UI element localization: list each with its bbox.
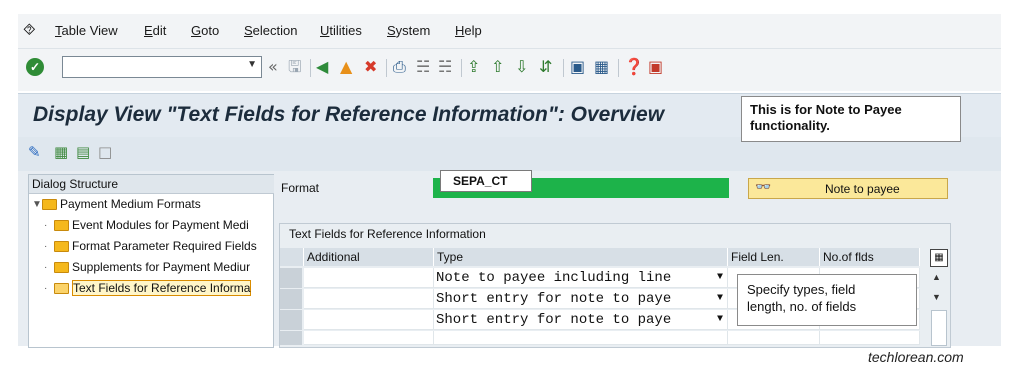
last-page-icon[interactable]: ⇵ bbox=[539, 57, 552, 77]
tree-node-event-modules[interactable]: · Event Modules for Payment Medi bbox=[44, 216, 249, 234]
cell-field-len[interactable] bbox=[728, 331, 820, 345]
row-selector[interactable] bbox=[280, 289, 302, 310]
cell-type[interactable]: Short entry for note to paye ▼ bbox=[434, 310, 728, 330]
dropdown-icon[interactable]: ▼ bbox=[717, 268, 723, 287]
col-header-no-of-fields[interactable]: No.of flds bbox=[820, 248, 920, 266]
row-selector[interactable] bbox=[280, 331, 302, 346]
folder-icon bbox=[42, 198, 57, 210]
tree-node-supplements[interactable]: · Supplements for Payment Mediur bbox=[44, 258, 250, 276]
scroll-down-icon[interactable]: ▼ bbox=[932, 292, 941, 302]
next-page-icon[interactable]: ⇩ bbox=[515, 57, 528, 77]
menu-utilities[interactable]: Utilities bbox=[320, 23, 362, 38]
tree-node-text-fields[interactable]: · Text Fields for Reference Informa bbox=[44, 279, 252, 297]
tree-node-root[interactable]: ▼ Payment Medium Formats bbox=[32, 195, 201, 213]
previous-page-icon[interactable]: ⇧ bbox=[491, 57, 504, 77]
application-toolbar: ✎ ▦ ▤ □ bbox=[18, 137, 1001, 171]
save-icon[interactable]: 🖫 bbox=[288, 57, 302, 77]
folder-icon bbox=[54, 219, 69, 231]
select-all-icon[interactable]: ▦ bbox=[54, 143, 68, 161]
watermark-text: techlorean.com bbox=[868, 349, 964, 365]
col-header-additional[interactable]: Additional bbox=[304, 248, 434, 266]
col-header-type[interactable]: Type bbox=[434, 248, 728, 266]
find-icon[interactable]: ☵ bbox=[416, 57, 430, 77]
cancel-icon[interactable]: ✖ bbox=[364, 57, 377, 77]
cell-additional[interactable] bbox=[304, 310, 434, 330]
cell-additional[interactable] bbox=[304, 268, 434, 288]
menu-system[interactable]: System bbox=[387, 23, 430, 38]
collapse-icon[interactable]: « bbox=[268, 57, 278, 77]
scroll-up-icon[interactable]: ▲ bbox=[932, 272, 941, 282]
tree-node-format-parameter[interactable]: · Format Parameter Required Fields bbox=[44, 237, 257, 255]
find-next-icon[interactable]: ☵ bbox=[438, 57, 452, 77]
first-page-icon[interactable]: ⇪ bbox=[467, 57, 480, 77]
cell-additional[interactable] bbox=[304, 289, 434, 309]
help-icon[interactable]: ❓ bbox=[624, 57, 644, 77]
deselect-all-icon[interactable]: □ bbox=[98, 143, 112, 161]
note-to-payee-callout: This is for Note to Payee functionality. bbox=[741, 96, 961, 142]
table-settings-icon[interactable]: ▦ bbox=[930, 249, 948, 267]
expand-arrow-icon[interactable]: ▼ bbox=[32, 199, 42, 210]
table-scrollbar[interactable]: ▲ ▼ bbox=[928, 268, 948, 346]
toolbar-separator bbox=[310, 59, 311, 77]
command-field[interactable]: ▼ bbox=[62, 56, 262, 78]
cell-type[interactable]: Short entry for note to paye ▼ bbox=[434, 289, 728, 309]
page-title: Display View "Text Fields for Reference … bbox=[33, 103, 665, 126]
menu-edit[interactable]: Edit bbox=[144, 23, 166, 38]
customize-layout-icon[interactable]: ▣ bbox=[648, 57, 663, 77]
folder-icon bbox=[54, 261, 69, 273]
select-all-header[interactable] bbox=[280, 248, 304, 266]
cell-no-of-fields[interactable] bbox=[820, 331, 920, 345]
dropdown-icon[interactable]: ▼ bbox=[717, 310, 723, 329]
menu-table-view[interactable]: Table View bbox=[55, 23, 118, 38]
menu-bar: ⯑ Table View Edit Goto Selection Utiliti… bbox=[18, 14, 1001, 49]
dropdown-icon[interactable]: ▼ bbox=[717, 289, 723, 308]
exit-menu-icon[interactable]: ⯑ bbox=[23, 20, 36, 40]
display-change-icon[interactable]: ✎ bbox=[28, 143, 41, 161]
print-icon[interactable]: ⎙ bbox=[393, 57, 406, 77]
table-title: Text Fields for Reference Information bbox=[289, 227, 486, 241]
cell-type[interactable]: Note to payee including line ▼ bbox=[434, 268, 728, 288]
open-folder-icon bbox=[54, 282, 69, 294]
note-to-payee-button[interactable]: 👓 Note to payee bbox=[748, 178, 948, 199]
menu-help[interactable]: Help bbox=[455, 23, 482, 38]
toolbar-separator bbox=[618, 59, 619, 77]
toolbar-separator bbox=[461, 59, 462, 77]
col-header-field-len[interactable]: Field Len. bbox=[728, 248, 820, 266]
back-icon[interactable]: ◀ bbox=[316, 57, 328, 77]
cell-type[interactable] bbox=[434, 331, 728, 345]
cell-additional[interactable] bbox=[304, 331, 434, 345]
folder-icon bbox=[54, 240, 69, 252]
toolbar-separator bbox=[563, 59, 564, 77]
command-input[interactable] bbox=[63, 57, 241, 75]
table-callout: Specify types, field length, no. of fiel… bbox=[737, 274, 917, 326]
create-session-icon[interactable]: ▣ bbox=[570, 57, 585, 77]
dialog-structure-panel: Dialog Structure ▼ Payment Medium Format… bbox=[28, 174, 274, 348]
dialog-structure-header: Dialog Structure bbox=[29, 175, 274, 194]
exit-icon[interactable]: ▲ bbox=[340, 57, 352, 77]
glasses-icon: 👓 bbox=[755, 180, 772, 195]
menu-goto[interactable]: Goto bbox=[191, 23, 219, 38]
toolbar-separator bbox=[386, 59, 387, 77]
enter-checkmark-icon[interactable]: ✓ bbox=[26, 58, 44, 76]
scroll-thumb[interactable] bbox=[931, 310, 947, 346]
format-label: Format bbox=[281, 181, 320, 195]
row-selector[interactable] bbox=[280, 310, 302, 331]
select-block-icon[interactable]: ▤ bbox=[76, 143, 90, 161]
menu-selection[interactable]: Selection bbox=[244, 23, 297, 38]
command-dropdown-icon[interactable]: ▼ bbox=[247, 59, 257, 70]
row-selector[interactable] bbox=[280, 268, 302, 289]
shortcut-icon[interactable]: ▦ bbox=[594, 57, 609, 77]
format-value: SEPA_CT bbox=[440, 170, 532, 192]
standard-toolbar: ✓ ▼ « 🖫 ◀ ▲ ✖ ⎙ ☵ ☵ ⇪ ⇧ ⇩ ⇵ ▣ ▦ ❓ ▣ bbox=[18, 49, 1001, 91]
